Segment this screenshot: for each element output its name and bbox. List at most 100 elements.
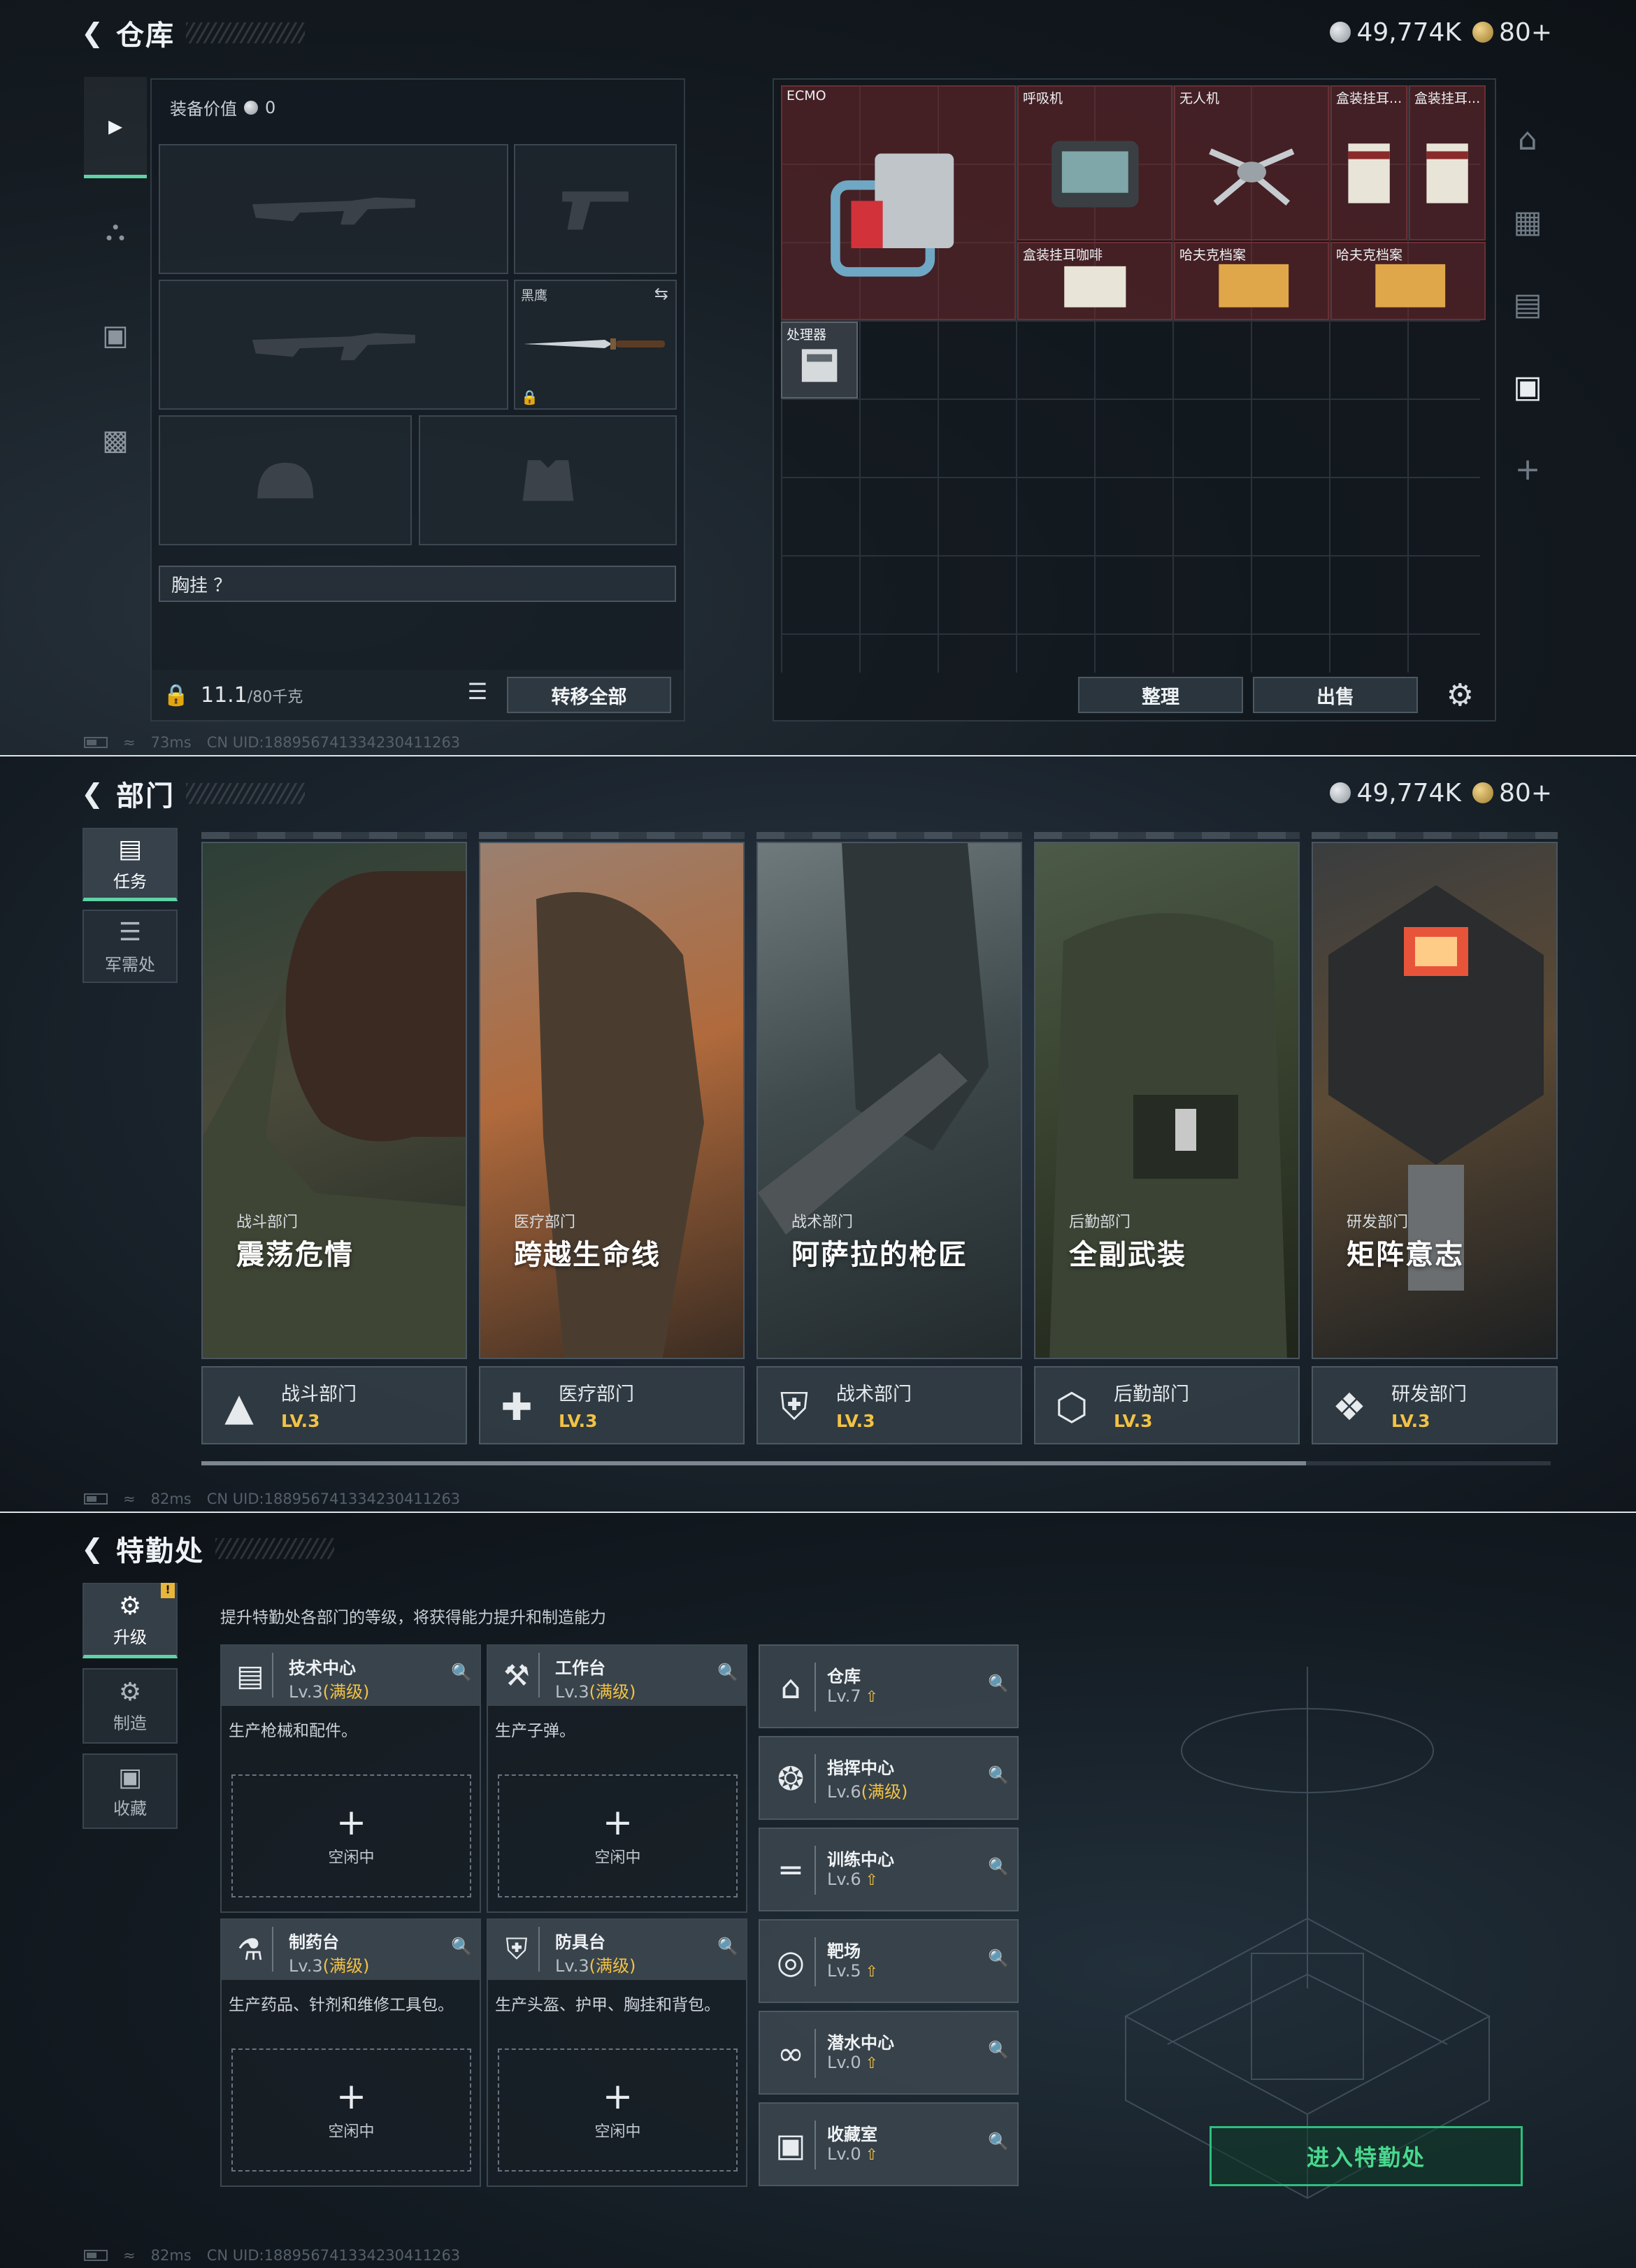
- craft-slot[interactable]: + 空闲中: [498, 2048, 738, 2172]
- pistol-slot[interactable]: [514, 144, 677, 274]
- craft-slot[interactable]: + 空闲中: [231, 1774, 471, 1897]
- search-icon[interactable]: 🔍: [988, 1674, 1009, 1693]
- search-icon[interactable]: 🔍: [988, 1857, 1009, 1876]
- tab-upgrade[interactable]: ! ⚙ 升级: [82, 1583, 178, 1658]
- battery-icon: [84, 2250, 108, 2261]
- stash-item-processor[interactable]: 处理器: [781, 322, 858, 399]
- search-icon[interactable]: 🔍: [447, 1937, 475, 1965]
- special-ops-header: ❮ 特勤处: [77, 1527, 334, 1570]
- search-icon[interactable]: 🔍: [988, 2040, 1009, 2060]
- search-icon[interactable]: 🔍: [988, 1765, 1009, 1785]
- bench-pharmacy[interactable]: ⚗ 制药台 Lv.3(满级) 🔍 生产药品、针剂和维修工具包。 + 空闲中: [220, 1918, 481, 2187]
- facility-training-center[interactable]: ═ 训练中心 Lv.6 ⇧ 🔍: [759, 1828, 1019, 1911]
- list-icon[interactable]: ☰: [460, 678, 495, 712]
- stash-item-haavk-file[interactable]: 哈夫克档案: [1174, 242, 1329, 320]
- body-armor-slot[interactable]: [419, 415, 677, 545]
- facility-warehouse[interactable]: ⌂ 仓库 Lv.7 ⇧ 🔍: [759, 1644, 1019, 1728]
- sell-button[interactable]: 出售: [1253, 677, 1418, 713]
- stash-item-haavk-file[interactable]: 哈夫克档案: [1330, 242, 1486, 320]
- card-decoration: [756, 832, 1022, 839]
- back-arrow-icon[interactable]: ❮: [77, 778, 108, 809]
- stash-camera-icon[interactable]: ▣: [1500, 345, 1556, 428]
- primary-weapon-slot[interactable]: [159, 144, 508, 274]
- backpack-icon[interactable]: ▩: [84, 388, 147, 493]
- stash-item-drone[interactable]: 无人机: [1174, 85, 1329, 241]
- wifi-icon: ≈: [123, 2247, 136, 2264]
- department-level: LV.3: [1114, 1411, 1153, 1431]
- tab-craft[interactable]: ⚙ 制造: [82, 1668, 178, 1744]
- stash-item-coffee-box[interactable]: 盒装挂耳...: [1330, 85, 1407, 241]
- transfer-all-button[interactable]: 转移全部: [507, 677, 671, 713]
- facility-level: Lv.0 ⇧: [827, 2053, 878, 2072]
- tab-quartermaster[interactable]: ☰ 军需处: [82, 910, 178, 983]
- upgrade-arrow-icon: ⇧: [865, 1688, 879, 1706]
- chest-rig-slot[interactable]: 胸挂 ？: [159, 566, 676, 602]
- bench-description: 生产头盔、护甲、胸挂和背包。: [495, 1996, 720, 2014]
- pistol-icon: [562, 191, 629, 230]
- notification-badge: !: [161, 1583, 175, 1598]
- tactical-artwork: [756, 842, 1022, 1359]
- craft-slot[interactable]: + 空闲中: [231, 2048, 471, 2172]
- stash-item-ecmo[interactable]: ECMO: [781, 85, 1016, 320]
- facility-diving-center[interactable]: ∞ 潜水中心 Lv.0 ⇧ 🔍: [759, 2011, 1019, 2095]
- carry-weight-value: 11.1: [201, 682, 247, 708]
- bench-armor[interactable]: ⛨ 防具台 Lv.3(满级) 🔍 生产头盔、护甲、胸挂和背包。 + 空闲中: [487, 1918, 747, 2187]
- swap-icon[interactable]: ⇆: [654, 284, 668, 303]
- gear-icon[interactable]: ⚙: [1447, 677, 1474, 713]
- craft-slot[interactable]: + 空闲中: [498, 1774, 738, 1897]
- department-card-tactical[interactable]: 战术部门 阿萨拉的枪匠 ⛨ 战术部门 LV.3: [756, 832, 1022, 1444]
- stash-page-2-icon[interactable]: ▦: [1500, 180, 1556, 263]
- back-arrow-icon[interactable]: ❮: [77, 17, 108, 48]
- search-icon[interactable]: 🔍: [447, 1663, 475, 1691]
- melee-slot[interactable]: 黑鹰 ⇆ 🔒: [514, 280, 677, 410]
- helmet-icon: [257, 462, 314, 498]
- vest-icon[interactable]: ▣: [84, 283, 147, 388]
- cards-scrollbar[interactable]: [201, 1461, 1551, 1465]
- ping: 73ms: [150, 734, 192, 751]
- facility-shooting-range[interactable]: ◎ 靶场 Lv.5 ⇧ 🔍: [759, 1919, 1019, 2003]
- scrollbar-thumb[interactable]: [201, 1461, 1306, 1465]
- battery-icon: [84, 1493, 108, 1505]
- search-icon[interactable]: 🔍: [714, 1937, 742, 1965]
- add-icon[interactable]: +: [1500, 428, 1556, 510]
- search-icon[interactable]: 🔍: [988, 1948, 1009, 1968]
- knife-icon: [524, 338, 665, 350]
- tidy-button[interactable]: 整理: [1078, 677, 1243, 713]
- stash-item-ventilator[interactable]: 呼吸机: [1017, 85, 1172, 241]
- department-card-medical[interactable]: 医疗部门 跨越生命线 ✚ 医疗部门 LV.3: [479, 832, 745, 1444]
- stash-actions: 整理 出售: [774, 670, 1495, 720]
- pistol-icon[interactable]: ▸: [84, 77, 147, 178]
- tab-tasks[interactable]: ▤ 任务: [82, 828, 178, 901]
- upgrade-arrow-icon: ⇧: [865, 1963, 879, 1981]
- helmet-slot[interactable]: [159, 415, 412, 545]
- search-icon[interactable]: 🔍: [988, 2132, 1009, 2151]
- secondary-weapon-slot[interactable]: [159, 280, 508, 410]
- department-name: 研发部门: [1391, 1384, 1467, 1405]
- department-card-rnd[interactable]: 研发部门 矩阵意志 ❖ 研发部门 LV.3: [1312, 832, 1558, 1444]
- stash-add-icon[interactable]: ▤: [1500, 263, 1556, 345]
- bench-tech-center[interactable]: ▤ 技术中心 Lv.3(满级) 🔍 生产枪械和配件。 + 空闲中: [220, 1644, 481, 1913]
- gold-amount: 80+: [1499, 17, 1552, 47]
- bench-workbench[interactable]: ⚒ 工作台 Lv.3(满级) 🔍 生产子弹。 + 空闲中: [487, 1644, 747, 1913]
- search-icon[interactable]: 🔍: [714, 1663, 742, 1691]
- armor-icon[interactable]: ⛬: [84, 178, 147, 283]
- department-card-logistics[interactable]: 后勤部门 全副武装 ⬡ 后勤部门 LV.3: [1034, 832, 1300, 1444]
- facility-command-center[interactable]: ❂ 指挥中心 Lv.6(满级) 🔍: [759, 1736, 1019, 1820]
- warehouse-icon[interactable]: ⌂: [1500, 98, 1556, 180]
- department-card-combat[interactable]: 战斗部门 震荡危情 ▲ 战斗部门 LV.3: [201, 832, 467, 1444]
- tab-label: 任务: [113, 872, 147, 891]
- workbench-icon: ⚒: [495, 1653, 540, 1698]
- tech-center-icon: ▤: [229, 1653, 273, 1698]
- plus-icon: +: [336, 1802, 367, 1844]
- facility-collection-room[interactable]: ▣ 收藏室 Lv.0 ⇧ 🔍: [759, 2102, 1019, 2186]
- tab-collection[interactable]: ▣ 收藏: [82, 1753, 178, 1829]
- facility-level-value: Lv.0: [827, 2144, 861, 2164]
- rifle-icon: [252, 333, 415, 360]
- stash-item-coffee-box[interactable]: 盒装挂耳...: [1409, 85, 1486, 241]
- card-footer: ❖ 研发部门 LV.3: [1312, 1366, 1558, 1444]
- back-arrow-icon[interactable]: ❮: [77, 1533, 108, 1564]
- stash-item-coffee-box[interactable]: 盒装挂耳咖啡: [1017, 242, 1172, 320]
- enter-special-ops-button[interactable]: 进入特勤处: [1210, 2126, 1523, 2186]
- upgrade-arrow-icon: ⇧: [865, 1872, 879, 1889]
- warehouse-screen: ❮ 仓库 49,774K 80+ ▸ ⛬ ▣ ▩ 装备价值 0 黑鹰 ⇆ 🔒 胸…: [0, 0, 1636, 755]
